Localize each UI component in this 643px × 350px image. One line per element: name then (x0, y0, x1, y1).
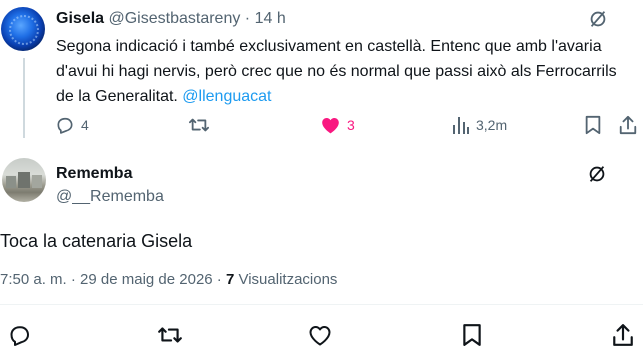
reply-count: 4 (81, 117, 89, 133)
main-author-handle[interactable]: @__Rememba (56, 187, 164, 207)
like-count: 3 (347, 117, 355, 133)
main-tweet-text: Toca la catenaria Gisela (0, 231, 193, 251)
like-button[interactable] (308, 323, 332, 347)
reply-button[interactable] (8, 323, 32, 347)
retweet-icon (188, 115, 210, 135)
retweet-button[interactable] (188, 114, 210, 136)
parent-author-handle[interactable]: @Gisestbastareny (108, 10, 240, 27)
bookmark-icon (584, 115, 602, 135)
divider (0, 304, 643, 305)
main-author-name[interactable]: Rememba (56, 164, 132, 184)
bookmark-icon (461, 323, 483, 347)
mention-link[interactable]: @llenguacat (182, 88, 271, 105)
like-button[interactable]: 3 (320, 114, 355, 136)
grok-icon[interactable] (587, 8, 609, 30)
thread-connector-line (23, 58, 25, 138)
reply-button[interactable]: 4 (55, 114, 89, 136)
retweet-icon (157, 323, 183, 347)
views-button[interactable]: 3,2m (452, 114, 507, 136)
parent-tweet-time[interactable]: 14 h (255, 10, 286, 27)
like-icon (320, 115, 341, 135)
parent-tweet-text: Segona indicació i també exclusivament e… (56, 34, 622, 109)
share-button[interactable] (619, 114, 637, 136)
share-icon (612, 323, 634, 347)
views-count: 3,2m (476, 117, 508, 133)
tweet-metadata: 7:50 a. m. · 29 de maig de 2026 · 7 Visu… (0, 270, 337, 290)
gisela-avatar[interactable] (1, 7, 45, 51)
parent-tweet-text-body: Segona indicació i també exclusivament e… (56, 38, 617, 105)
share-button[interactable] (612, 323, 634, 347)
parent-tweet-header: Gisela @Gisestbastareny · 14 h (56, 9, 286, 29)
reply-icon (55, 115, 75, 135)
share-icon (619, 115, 637, 135)
grok-icon[interactable] (586, 163, 608, 185)
separator-dot: · (244, 10, 251, 27)
reply-icon (8, 323, 32, 347)
retweet-button[interactable] (157, 323, 183, 347)
tweet-timestamp[interactable]: 7:50 a. m. · 29 de maig de 2026 · (0, 271, 226, 288)
parent-author-name[interactable]: Gisela (56, 10, 104, 27)
rememba-avatar[interactable] (2, 158, 46, 202)
views-icon (452, 115, 470, 135)
views-label: Visualitzacions (234, 271, 338, 288)
bookmark-button[interactable] (461, 323, 483, 347)
like-icon (308, 323, 332, 347)
bookmark-button[interactable] (584, 114, 602, 136)
